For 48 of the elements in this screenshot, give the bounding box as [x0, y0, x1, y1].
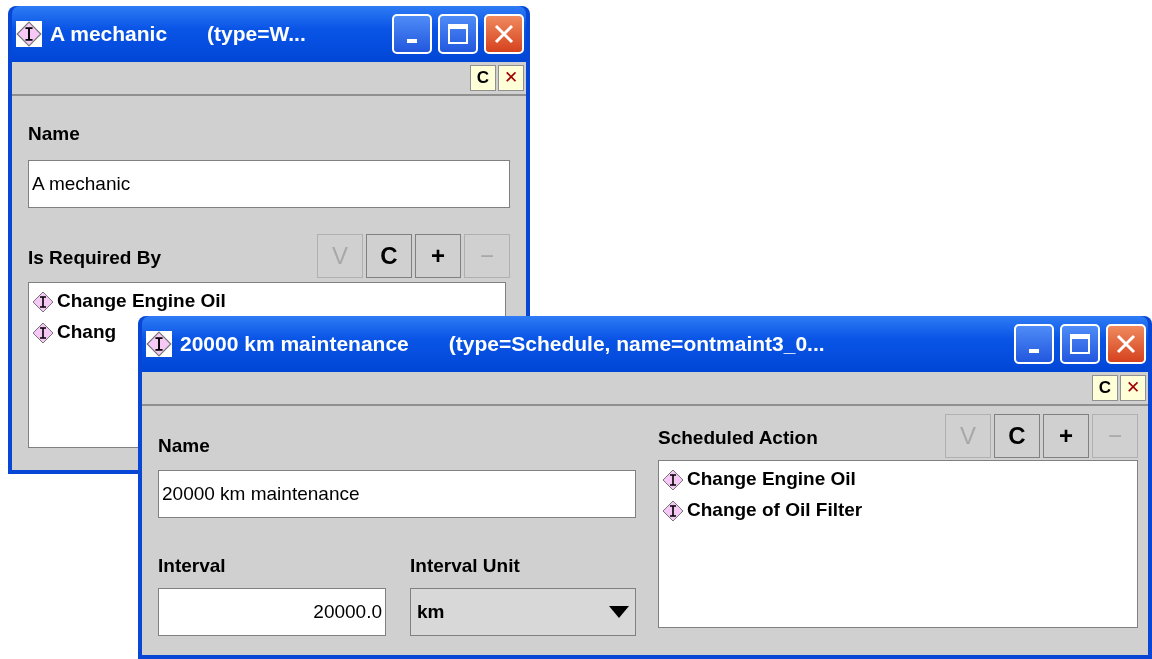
dropdown-value: km [417, 599, 445, 624]
field-label: Is Required By [28, 245, 162, 270]
window-title: A mechanic [50, 21, 168, 48]
list-action-button[interactable]: + [1043, 414, 1089, 458]
title-bar[interactable]: A mechanic (type=W... [12, 6, 526, 62]
close-button[interactable] [1106, 324, 1146, 364]
minimize-icon [1029, 349, 1039, 353]
unit-dropdown[interactable]: km [410, 588, 636, 636]
list-item[interactable]: Change of Oil Filter [687, 496, 863, 525]
field-label: Name [28, 122, 81, 146]
field-label: Interval [158, 554, 227, 578]
maximize-button[interactable] [438, 14, 478, 54]
instance-icon [662, 499, 684, 522]
maximize-icon [1069, 333, 1091, 355]
dropdown-arrow-icon [609, 606, 629, 618]
close-icon [1115, 333, 1137, 355]
toolbar-button[interactable]: ✕ [1120, 375, 1146, 401]
toolbar-button[interactable]: C [1092, 375, 1118, 401]
maximize-button[interactable] [1060, 324, 1100, 364]
minimize-icon [407, 39, 417, 43]
list-item[interactable]: Change Engine Oil [57, 287, 226, 316]
window-type-info: (type=Schedule, name=ontmaint3_0... [448, 331, 825, 358]
name-field[interactable]: 20000 km maintenance [158, 470, 636, 518]
window-icon [16, 21, 42, 47]
field-label: Interval Unit [410, 554, 521, 578]
field-label: Scheduled Action [658, 425, 818, 450]
list-item[interactable]: Change Engine Oil [687, 465, 856, 494]
window-icon [146, 331, 172, 357]
list-item[interactable]: Chang [57, 318, 117, 347]
toolbar-button[interactable]: C [470, 65, 496, 91]
interval-field[interactable]: 20000.0 [158, 588, 386, 636]
window-type-info: (type=W... [207, 21, 306, 48]
window-title: 20000 km maintenance [180, 331, 409, 358]
field-label: Name [158, 434, 211, 458]
close-button[interactable] [484, 14, 524, 54]
instance-icon [32, 290, 54, 313]
title-bar[interactable]: 20000 km maintenance (type=Schedule, name=ontmaint3_0... [142, 316, 1148, 372]
close-icon [493, 23, 515, 45]
instance-icon [662, 468, 684, 491]
list-action-button[interactable]: C [994, 414, 1040, 458]
toolbar-button[interactable]: ✕ [498, 65, 524, 91]
instance-icon [32, 321, 54, 344]
minimize-button[interactable] [1014, 324, 1054, 364]
minimize-button[interactable] [392, 14, 432, 54]
list-action-button[interactable]: C [366, 234, 412, 278]
list-action-button[interactable]: + [415, 234, 461, 278]
name-field[interactable]: A mechanic [28, 160, 510, 208]
maximize-icon [447, 23, 469, 45]
